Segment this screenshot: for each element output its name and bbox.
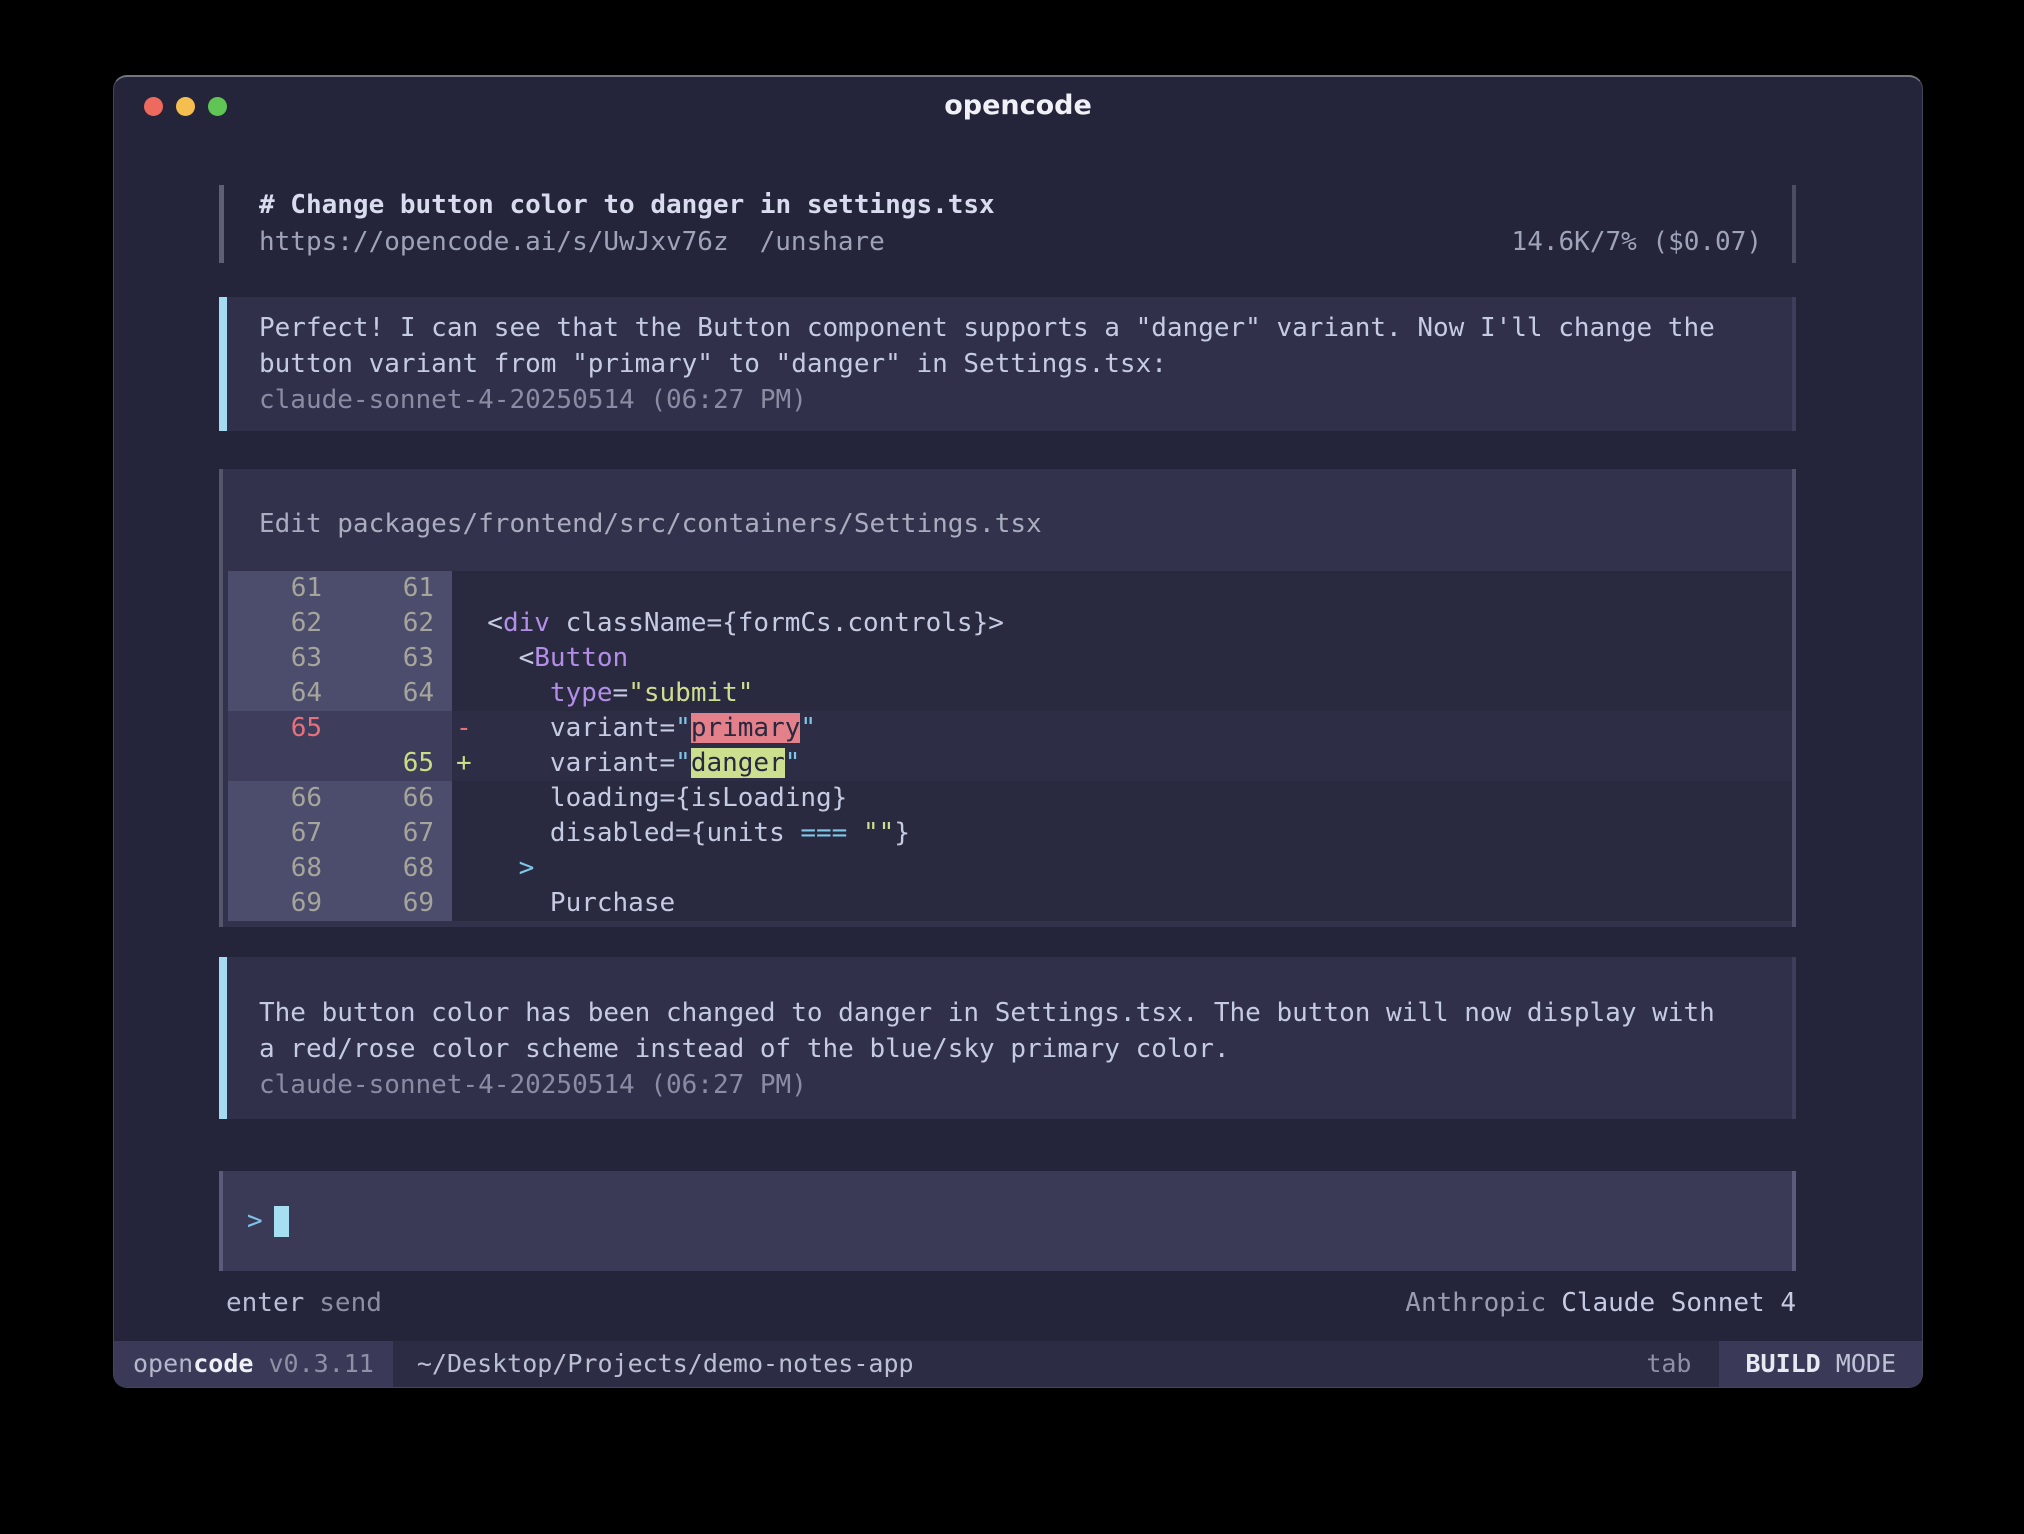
window-title: opencode <box>114 77 1922 135</box>
diff-row: 6464 type="submit" <box>228 676 1792 711</box>
diff-row: 6666 loading={isLoading} <box>228 781 1792 816</box>
traffic-lights <box>144 97 227 116</box>
diff-code-line: disabled={units === ""} <box>452 816 1792 851</box>
cwd-path: ~/Desktop/Projects/demo-notes-app <box>417 1341 914 1387</box>
model-name: Claude Sonnet 4 <box>1561 1288 1796 1318</box>
message-line: button variant from "primary" to "danger… <box>259 346 1762 382</box>
diff-line-number-old: 64 <box>228 676 340 711</box>
diff-code-line: type="submit" <box>452 676 1792 711</box>
assistant-message: The button color has been changed to dan… <box>219 957 1796 1119</box>
diff-code-line: - variant="primary" <box>452 711 1792 746</box>
edit-tool-card: Edit packages/frontend/src/containers/Se… <box>219 469 1796 927</box>
diff-line-number-new: 67 <box>340 816 452 851</box>
enter-key-hint: enter send <box>226 1288 382 1318</box>
app-version: v0.3.11 <box>253 1349 373 1378</box>
diff-row: 6969 Purchase <box>228 886 1792 921</box>
diff-line-number-new: 66 <box>340 781 452 816</box>
text-cursor <box>274 1206 289 1237</box>
share-info: https://opencode.ai/s/UwJxv76z/unshare <box>259 224 885 261</box>
diff-line-number-old: 63 <box>228 641 340 676</box>
app-name: open <box>133 1349 193 1378</box>
edit-tool-title: Edit packages/frontend/src/containers/Se… <box>223 509 1792 539</box>
tab-key-hint: tab <box>1646 1341 1691 1387</box>
diff-code-line: <div className={formCs.controls}> <box>452 606 1792 641</box>
send-label: send <box>319 1288 382 1318</box>
diff-code-line <box>452 571 1792 606</box>
diff-line-number-old: 69 <box>228 886 340 921</box>
session-header: # Change button color to danger in setti… <box>219 185 1796 263</box>
enter-key-label: enter <box>226 1288 304 1318</box>
diff-row: 65+ variant="danger" <box>228 746 1792 781</box>
message-meta: claude-sonnet-4-20250514 (06:27 PM) <box>259 1067 1762 1103</box>
diff-code-line: + variant="danger" <box>452 746 1792 781</box>
mode-primary: BUILD <box>1745 1349 1820 1378</box>
diff-row: 6363 <Button <box>228 641 1792 676</box>
diff-line-number-old: 62 <box>228 606 340 641</box>
diff-line-number-old: 65 <box>228 711 340 746</box>
minimize-button[interactable] <box>176 97 195 116</box>
diff-row: 6161 <box>228 571 1792 606</box>
diff-line-number-old: 61 <box>228 571 340 606</box>
diff-row: 65 - variant="primary" <box>228 711 1792 746</box>
app-version-segment: opencode v0.3.11 <box>114 1341 393 1387</box>
build-mode-badge: BUILD MODE <box>1719 1341 1922 1387</box>
share-url[interactable]: https://opencode.ai/s/UwJxv76z <box>259 227 729 257</box>
message-line: a red/rose color scheme instead of the b… <box>259 1031 1762 1067</box>
diff-line-number-new: 62 <box>340 606 452 641</box>
zoom-button[interactable] <box>208 97 227 116</box>
diff-code-line: Purchase <box>452 886 1792 921</box>
model-provider: Anthropic <box>1405 1288 1546 1318</box>
model-indicator: Anthropic Claude Sonnet 4 <box>1405 1288 1796 1318</box>
diff-table: 61616262 <div className={formCs.controls… <box>228 571 1792 921</box>
diff-line-number-new: 63 <box>340 641 452 676</box>
unshare-command[interactable]: /unshare <box>760 227 885 257</box>
app-window: opencode # Change button color to danger… <box>113 75 1923 1388</box>
diff-line-number-new: 69 <box>340 886 452 921</box>
diff-code-line: > <box>452 851 1792 886</box>
diff-line-number-new <box>340 711 452 746</box>
diff-code-line: <Button <box>452 641 1792 676</box>
diff-line-number-old <box>228 746 340 781</box>
diff-line-number-new: 64 <box>340 676 452 711</box>
diff-line-number-new: 68 <box>340 851 452 886</box>
diff-line-number-old: 67 <box>228 816 340 851</box>
diff-line-number-old: 68 <box>228 851 340 886</box>
main-content: # Change button color to danger in setti… <box>114 135 1922 1341</box>
session-title: # Change button color to danger in setti… <box>259 187 1762 224</box>
diff-line-number-old: 66 <box>228 781 340 816</box>
app-name-bold: code <box>193 1349 253 1378</box>
prompt-input[interactable]: > <box>219 1171 1796 1271</box>
diff-line-number-new: 61 <box>340 571 452 606</box>
title-bar: opencode <box>114 77 1922 135</box>
context-stats: 14.6K/7% ($0.07) <box>1512 224 1762 261</box>
diff-row: 6262 <div className={formCs.controls}> <box>228 606 1792 641</box>
footer-hints: enter send Anthropic Claude Sonnet 4 <box>219 1288 1796 1318</box>
diff-code-line: loading={isLoading} <box>452 781 1792 816</box>
status-bar: opencode v0.3.11 ~/Desktop/Projects/demo… <box>114 1341 1922 1387</box>
message-line: Perfect! I can see that the Button compo… <box>259 310 1762 346</box>
message-line: The button color has been changed to dan… <box>259 995 1762 1031</box>
diff-row: 6767 disabled={units === ""} <box>228 816 1792 851</box>
diff-row: 6868 > <box>228 851 1792 886</box>
mode-secondary: MODE <box>1821 1349 1896 1378</box>
assistant-message: Perfect! I can see that the Button compo… <box>219 297 1796 431</box>
prompt-symbol: > <box>247 1206 263 1236</box>
close-button[interactable] <box>144 97 163 116</box>
message-meta: claude-sonnet-4-20250514 (06:27 PM) <box>259 382 1762 418</box>
diff-line-number-new: 65 <box>340 746 452 781</box>
